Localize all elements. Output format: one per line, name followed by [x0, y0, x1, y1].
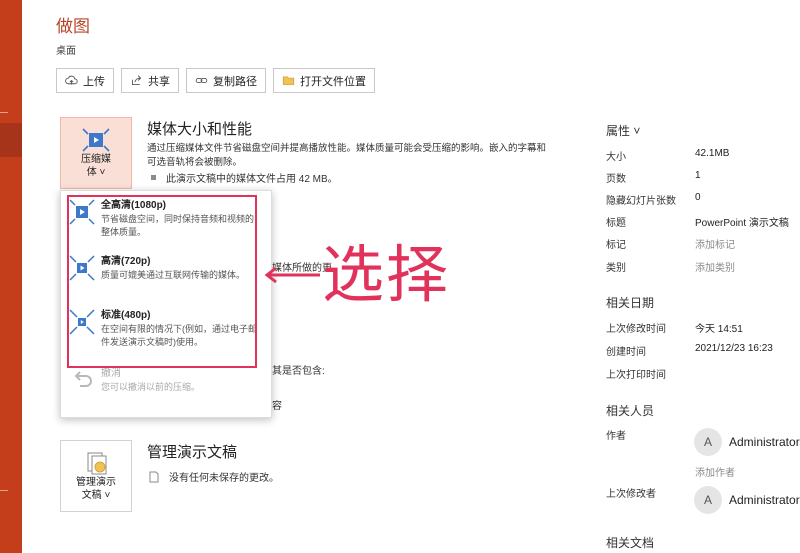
- last-modified-by-label: 上次修改者: [606, 489, 656, 500]
- related-dates-header: 相关日期: [606, 296, 655, 310]
- sidebar-divider: [0, 490, 8, 491]
- hidden-text-3: 容: [272, 401, 282, 412]
- prop-row-printed: 上次打印时间: [606, 366, 800, 381]
- sidebar-item-info[interactable]: [0, 123, 22, 157]
- prop-key: 标题: [606, 218, 626, 229]
- properties-header[interactable]: 属性 ˅: [606, 122, 640, 139]
- add-category-field[interactable]: 添加类别: [695, 259, 735, 274]
- prop-row-modified: 上次修改时间 今天 14:51: [606, 320, 800, 335]
- prop-value: 42.1MB: [695, 148, 730, 159]
- share-label: 共享: [148, 75, 170, 88]
- compress-media-icon: [82, 128, 110, 152]
- related-docs-header: 相关文档: [606, 536, 655, 550]
- sidebar-divider: [0, 112, 8, 113]
- copy-path-label: 复制路径: [213, 75, 257, 88]
- prop-row-pages: 页数 1: [606, 170, 800, 185]
- bullet-icon: [151, 175, 156, 180]
- prop-value: 今天 14:51: [695, 324, 743, 335]
- author-label: 作者: [606, 431, 626, 442]
- prop-key: 创建时间: [606, 347, 646, 358]
- open-location-button[interactable]: 打开文件位置: [273, 68, 375, 93]
- open-location-label: 打开文件位置: [300, 75, 366, 88]
- highlight-box: [67, 195, 257, 368]
- avatar[interactable]: A: [694, 428, 722, 456]
- related-people-header: 相关人员: [606, 404, 655, 418]
- prop-key: 标记: [606, 240, 626, 251]
- page-title: 做图: [56, 17, 90, 36]
- media-size-note: 此演示文稿中的媒体文件占用 42 MB。: [151, 170, 338, 185]
- prop-row-created: 创建时间 2021/12/23 16:23: [606, 343, 800, 358]
- prop-row-size: 大小 42.1MB: [606, 148, 800, 163]
- media-size-text: 此演示文稿中的媒体文件占用 42 MB。: [166, 174, 338, 185]
- copy-path-button[interactable]: 复制路径: [186, 68, 266, 93]
- arrow-left-icon: [264, 266, 320, 284]
- manage-presentation-label: 管理演示: [76, 477, 116, 488]
- avatar[interactable]: A: [694, 486, 722, 514]
- unsaved-status: 没有任何未保存的更改。: [149, 469, 279, 484]
- cloud-upload-icon: [65, 75, 78, 85]
- prop-key: 大小: [606, 152, 626, 163]
- prop-key: 上次打印时间: [606, 370, 666, 381]
- share-icon: [131, 75, 142, 86]
- prop-row-hidden-slides: 隐藏幻灯片张数 0: [606, 192, 800, 207]
- file-toolbar: 上传 共享 复制路径 打开文件位置: [56, 68, 375, 93]
- undo-icon: [74, 371, 92, 387]
- prop-key: 上次修改时间: [606, 324, 666, 335]
- file-location: 桌面: [56, 46, 76, 57]
- prop-value: 2021/12/23 16:23: [695, 343, 773, 354]
- menu-item-name: 撤消: [101, 368, 121, 379]
- modifier-name[interactable]: Administrator: [729, 493, 800, 507]
- hidden-text-2: 其是否包含:: [272, 366, 325, 377]
- compress-media-button[interactable]: 压缩媒 体 ˅: [60, 117, 132, 189]
- upload-label: 上传: [83, 75, 105, 88]
- prop-key: 隐藏幻灯片张数: [606, 196, 676, 207]
- document-stack-icon: [87, 452, 107, 475]
- link-icon: [195, 78, 208, 83]
- annotation-text: 选择: [322, 238, 451, 311]
- menu-item-desc: 您可以撤消以前的压缩。: [101, 382, 201, 392]
- add-tag-field[interactable]: 添加标记: [695, 236, 735, 251]
- author-name[interactable]: Administrator: [729, 435, 800, 449]
- media-section-description: 通过压缩媒体文件节省磁盘空间并提高播放性能。媒体质量可能会受压缩的影响。嵌入的字…: [147, 143, 547, 168]
- unsaved-status-text: 没有任何未保存的更改。: [169, 473, 279, 484]
- prop-row-title: 标题 PowerPoint 演示文稿: [606, 214, 800, 229]
- prop-value: 0: [695, 192, 701, 203]
- prop-value[interactable]: PowerPoint 演示文稿: [695, 214, 789, 229]
- prop-key: 类别: [606, 263, 626, 274]
- manage-presentation-label-2: 文稿 ˅: [81, 490, 111, 501]
- prop-row-tags: 标记 添加标记: [606, 236, 800, 251]
- compress-media-label-2: 体 ˅: [86, 167, 106, 178]
- prop-key: 页数: [606, 174, 626, 185]
- backstage-sidebar: [0, 0, 22, 553]
- media-section-title: 媒体大小和性能: [147, 121, 253, 138]
- menu-item-undo[interactable]: 撤消 您可以撤消以前的压缩。: [69, 367, 259, 394]
- add-author-link[interactable]: 添加作者: [695, 464, 735, 479]
- annotation: 选择: [262, 240, 450, 310]
- manage-section-title: 管理演示文稿: [147, 444, 238, 461]
- manage-presentation-button[interactable]: 管理演示 文稿 ˅: [60, 440, 132, 512]
- compress-media-label: 压缩媒: [81, 154, 111, 165]
- add-author-row: 添加作者: [695, 464, 795, 479]
- upload-button[interactable]: 上传: [56, 68, 114, 93]
- prop-value: 1: [695, 170, 701, 181]
- document-icon: [149, 471, 159, 482]
- folder-icon: [282, 76, 295, 85]
- share-button[interactable]: 共享: [121, 68, 179, 93]
- prop-row-category: 类别 添加类别: [606, 259, 800, 274]
